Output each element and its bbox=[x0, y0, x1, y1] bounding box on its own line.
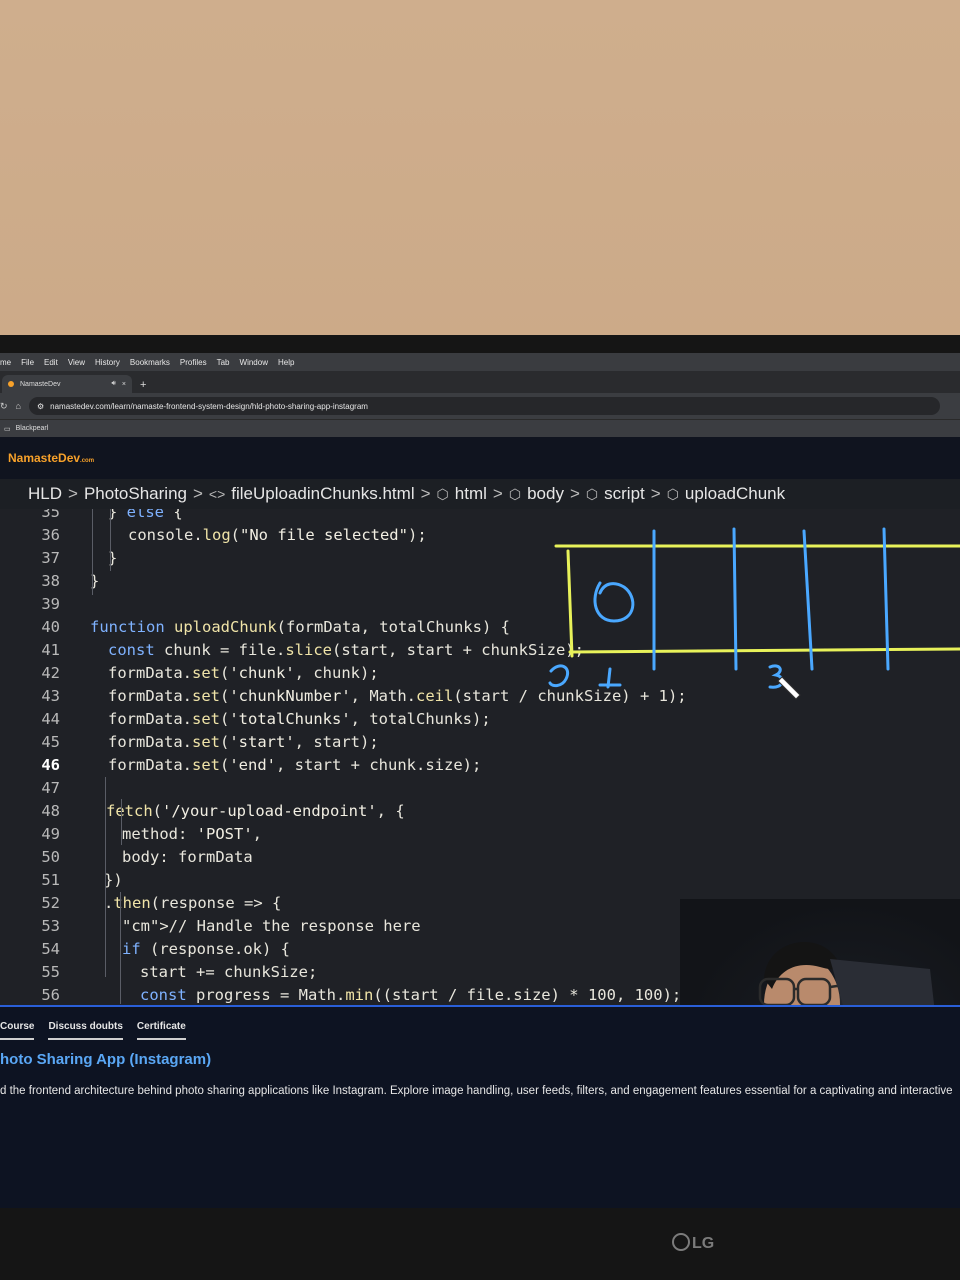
pencil-cursor-icon bbox=[777, 676, 801, 700]
browser-tab[interactable]: NamasteDev 🔊︎ × bbox=[2, 375, 132, 393]
tab-strip: NamasteDev 🔊︎ × + bbox=[0, 371, 960, 393]
breadcrumb-body[interactable]: body bbox=[527, 484, 564, 504]
chevron-right-icon: > bbox=[492, 484, 503, 503]
favicon-icon bbox=[8, 381, 14, 387]
url-field[interactable]: ⚙ namastedev.com/learn/namaste-frontend-… bbox=[28, 397, 940, 415]
site-header: NamasteDev.com bbox=[0, 437, 960, 479]
browser-screen: me File Edit View History Bookmarks Prof… bbox=[0, 353, 960, 1208]
menu-item-window[interactable]: Window bbox=[240, 358, 268, 367]
address-bar-row: ↻ ⌂ ⚙ namastedev.com/learn/namaste-front… bbox=[0, 393, 960, 419]
tab-course[interactable]: Course bbox=[0, 1021, 35, 1040]
tab-discuss-doubts[interactable]: Discuss doubts bbox=[48, 1021, 123, 1040]
course-description: d the frontend architecture behind photo… bbox=[0, 1085, 953, 1097]
bookmark-folder-blackpearl[interactable]: Blackpearl bbox=[16, 425, 49, 432]
bookmarks-bar: ▭ Blackpearl bbox=[0, 419, 960, 437]
site-logo[interactable]: NamasteDev.com bbox=[8, 451, 94, 465]
tab-title: NamasteDev bbox=[20, 380, 61, 388]
code-file-icon: <> bbox=[208, 486, 226, 502]
chevron-right-icon: > bbox=[68, 484, 78, 503]
menu-item-tab[interactable]: Tab bbox=[217, 358, 230, 367]
tab-close-button[interactable]: × bbox=[122, 381, 126, 388]
menu-item-profiles[interactable]: Profiles bbox=[180, 358, 207, 367]
cube-icon: ⬡ bbox=[436, 485, 449, 502]
menu-bar: me File Edit View History Bookmarks Prof… bbox=[0, 353, 960, 371]
home-icon[interactable]: ⌂ bbox=[16, 401, 21, 411]
cube-icon: ⬡ bbox=[666, 485, 679, 502]
monitor-frame: me File Edit View History Bookmarks Prof… bbox=[0, 335, 960, 1280]
menu-item-bookmarks[interactable]: Bookmarks bbox=[130, 358, 170, 367]
breadcrumb-hld[interactable]: HLD bbox=[28, 484, 62, 504]
editor-breadcrumb: HLD > PhotoSharing > <> fileUploadinChun… bbox=[0, 479, 960, 509]
site-info-icon[interactable]: ⚙ bbox=[37, 402, 44, 411]
breadcrumb-uploadchunk[interactable]: uploadChunk bbox=[685, 484, 785, 504]
course-title: hoto Sharing App (Instagram) bbox=[0, 1051, 212, 1068]
menu-item-edit[interactable]: Edit bbox=[44, 358, 58, 367]
menu-item-file[interactable]: File bbox=[21, 358, 34, 367]
tab-certificate[interactable]: Certificate bbox=[136, 1021, 186, 1040]
breadcrumb-photosharing[interactable]: PhotoSharing bbox=[84, 484, 187, 504]
cube-icon: ⬡ bbox=[585, 485, 599, 502]
monitor-brand-logo: LG bbox=[672, 1233, 714, 1253]
instructor-silhouette bbox=[758, 941, 935, 1005]
course-subtabs: Course Discuss doubts Certificate bbox=[0, 1021, 186, 1040]
reload-icon[interactable]: ↻ bbox=[0, 401, 8, 412]
code-editor[interactable]: 35} else {36 console.log("No file selecte… bbox=[0, 509, 960, 1005]
course-info-panel: Course Discuss doubts Certificate hoto S… bbox=[0, 1005, 960, 1208]
url-text: namastedev.com/learn/namaste-frontend-sy… bbox=[50, 401, 368, 411]
breadcrumb-script[interactable]: script bbox=[604, 484, 645, 504]
menu-app[interactable]: me bbox=[0, 358, 11, 367]
menu-item-help[interactable]: Help bbox=[278, 358, 294, 367]
menu-item-history[interactable]: History bbox=[95, 358, 120, 367]
instructor-webcam-overlay bbox=[680, 899, 960, 1005]
chevron-right-icon: > bbox=[569, 484, 580, 503]
cube-icon: ⬡ bbox=[508, 485, 522, 502]
menu-item-view[interactable]: View bbox=[68, 358, 85, 367]
speaker-icon[interactable]: 🔊︎ bbox=[111, 380, 115, 388]
folder-icon: ▭ bbox=[4, 425, 11, 433]
chevron-right-icon: > bbox=[420, 484, 431, 503]
lg-logo-icon bbox=[672, 1233, 690, 1251]
new-tab-button[interactable]: + bbox=[140, 379, 146, 391]
chevron-right-icon: > bbox=[650, 484, 661, 503]
breadcrumb-file[interactable]: fileUploadinChunks.html bbox=[231, 484, 414, 504]
chevron-right-icon: > bbox=[192, 484, 203, 503]
breadcrumb-html[interactable]: html bbox=[455, 484, 487, 504]
